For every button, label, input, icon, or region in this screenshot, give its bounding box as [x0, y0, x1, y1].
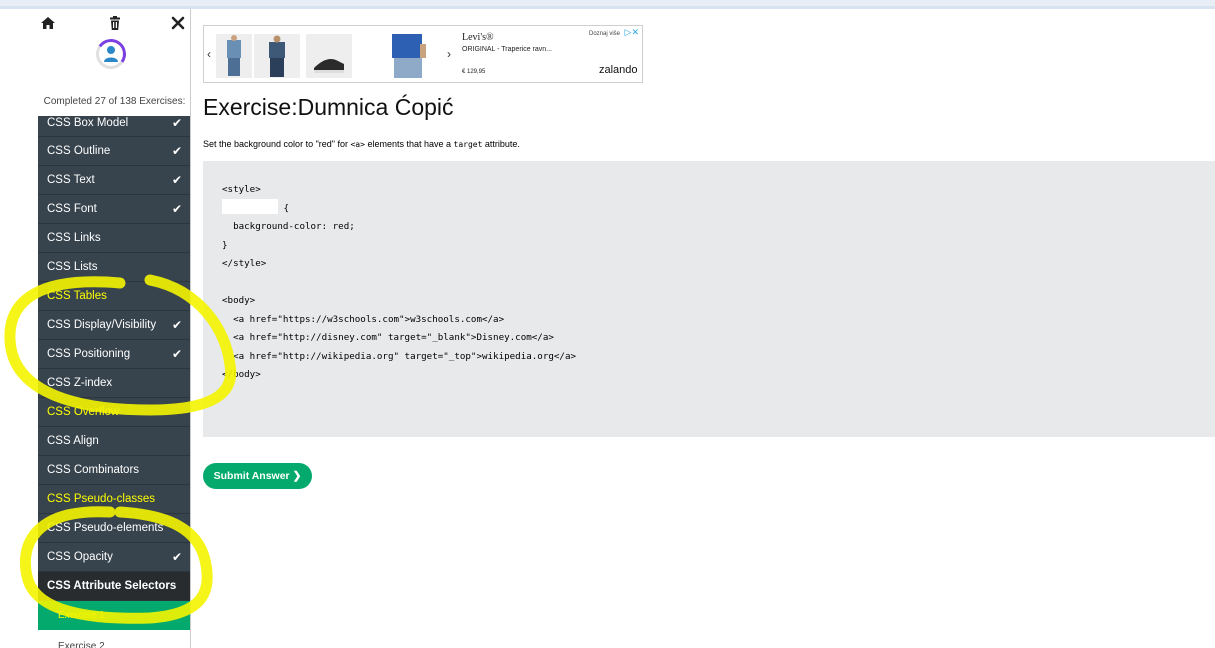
ad-next-arrow-icon[interactable]: › — [447, 47, 451, 61]
menu-item-label: CSS Text — [47, 174, 95, 186]
menu-item-label: CSS Z-index — [47, 377, 113, 389]
menu-item-label: CSS Display/Visibility — [47, 319, 157, 331]
menu-item-label: CSS Pseudo-classes — [47, 493, 156, 505]
code-editor: <style> { background-color: red;} </style… — [203, 161, 1215, 437]
check-icon: ✔ — [171, 202, 182, 216]
menu-item-text[interactable]: CSS Text ✔ — [38, 166, 190, 195]
ad-thumbnail — [306, 34, 352, 78]
menu-item-label: CSS Pseudo-elements — [47, 522, 164, 534]
browser-top-strip — [0, 0, 1215, 9]
home-icon[interactable] — [40, 15, 56, 31]
menu-item-combinators[interactable]: CSS Combinators — [38, 456, 190, 485]
page-title: Exercise:Dumnica Ćopić — [203, 94, 454, 120]
menu-item-pseudo-elements[interactable]: CSS Pseudo-elements — [38, 514, 190, 543]
ad-thumbnail — [382, 34, 440, 78]
menu-item-align[interactable]: CSS Align — [38, 427, 190, 456]
menu-item-label: CSS Overflow — [47, 406, 120, 418]
menu-item-label: CSS Links — [47, 232, 101, 244]
menu-item-pseudo-classes[interactable]: CSS Pseudo-classes — [38, 485, 190, 514]
menu-item-z-index[interactable]: CSS Z-index — [38, 369, 190, 398]
menu-item-positioning[interactable]: CSS Positioning ✔ — [38, 340, 190, 369]
code-block: <style> { background-color: red;} </style… — [222, 184, 577, 380]
menu-item-label: CSS Align — [47, 435, 99, 447]
user-icon — [104, 46, 118, 62]
menu-item-outline[interactable]: CSS Outline ✔ — [38, 137, 190, 166]
menu-item-label: CSS Combinators — [47, 464, 140, 476]
menu-item-label: CSS Font — [47, 203, 97, 215]
menu-item-attribute-selectors[interactable]: CSS Attribute Selectors — [38, 572, 190, 601]
sidebar-subitem-exercise-2[interactable]: Exercise 2 — [38, 630, 190, 648]
menu-item-display-visibility[interactable]: CSS Display/Visibility ✔ — [38, 311, 190, 340]
menu-item-overflow[interactable]: CSS Overflow — [38, 398, 190, 427]
submit-answer-button[interactable]: Submit Answer ❯ — [203, 463, 312, 489]
ad-shop-name: zalando — [599, 64, 638, 76]
menu-item-font[interactable]: CSS Font ✔ — [38, 195, 190, 224]
ad-cta-link[interactable]: Doznaj više — [589, 31, 620, 37]
trash-icon[interactable] — [107, 15, 123, 31]
answer-input[interactable] — [222, 199, 278, 214]
menu-item-label: CSS Outline — [47, 145, 111, 157]
sidebar-toolbar — [38, 9, 190, 37]
check-icon: ✔ — [171, 173, 182, 187]
menu-item-links[interactable]: CSS Links — [38, 224, 190, 253]
exercise-menu: CSS Box Model ✔ CSS Outline ✔ CSS Text ✔ CS… — [38, 116, 190, 648]
avatar[interactable] — [93, 36, 129, 72]
ad-thumbnail — [254, 34, 300, 78]
menu-item-label: CSS Positioning — [47, 348, 131, 360]
menu-item-box-model[interactable]: CSS Box Model ✔ — [38, 116, 190, 137]
exercise-instruction: Set the background color to "red" for <a… — [203, 139, 520, 149]
exercise-sidebar: Completed 27 of 138 Exercises: CSS Box M… — [38, 9, 191, 648]
close-icon[interactable] — [170, 15, 186, 31]
menu-item-opacity[interactable]: CSS Opacity ✔ — [38, 543, 190, 572]
sidebar-subitem-exercise-1[interactable]: Exercise 1 — [38, 601, 190, 630]
ad-product: ORIGINAL - Traperice ravn... — [462, 46, 552, 53]
completed-count: Completed 27 of 138 Exercises: — [43, 96, 186, 107]
menu-item-label: CSS Lists — [47, 261, 98, 273]
menu-item-label: CSS Box Model — [47, 117, 129, 129]
menu-item-lists[interactable]: CSS Lists — [38, 253, 190, 282]
ad-prev-arrow-icon[interactable]: ‹ — [207, 47, 211, 61]
check-icon: ✔ — [171, 550, 182, 564]
ad-brand: Levi's® — [462, 32, 494, 43]
adchoices-icon[interactable]: ▷✕ — [625, 27, 639, 38]
menu-item-tables[interactable]: CSS Tables — [38, 282, 190, 311]
ad-price: € 129,95 — [462, 69, 486, 75]
menu-item-label: CSS Attribute Selectors — [47, 580, 177, 592]
check-icon: ✔ — [171, 347, 182, 361]
ad-banner[interactable]: ‹ › Levi's® ORIGINAL - Traperice ravn...… — [203, 25, 643, 83]
check-icon: ✔ — [171, 144, 182, 158]
ad-thumbnail — [216, 34, 252, 78]
menu-item-label: CSS Opacity — [47, 551, 113, 563]
menu-item-label: CSS Tables — [47, 290, 107, 302]
check-icon: ✔ — [171, 116, 182, 130]
check-icon: ✔ — [171, 318, 182, 332]
